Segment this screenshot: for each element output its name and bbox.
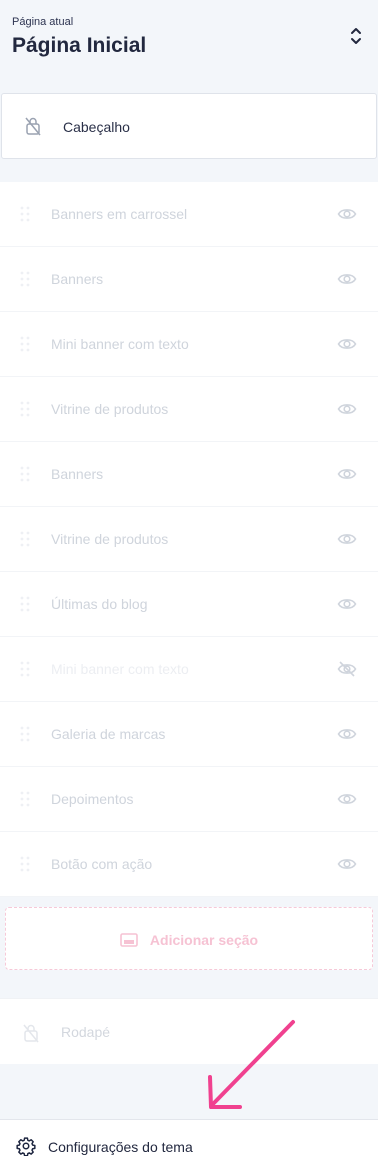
- footer-section-item[interactable]: Rodapé: [0, 998, 378, 1064]
- section-item[interactable]: Últimas do blog: [0, 572, 378, 637]
- drag-handle-icon[interactable]: [20, 596, 30, 612]
- drag-handle-icon[interactable]: [20, 531, 30, 547]
- drag-handle-icon[interactable]: [20, 336, 30, 352]
- section-item-title: Banners em carrossel: [51, 206, 188, 222]
- current-page-label: Página atual: [12, 16, 74, 28]
- section-item-title: Mini banner com texto: [51, 336, 189, 352]
- section-item[interactable]: Depoimentos: [0, 767, 378, 832]
- section-list: Banners em carrossel Banners Mini banner c…: [0, 182, 378, 897]
- theme-settings-button[interactable]: Configurações do tema: [0, 1119, 378, 1173]
- section-item-title: Mini banner com texto: [51, 661, 189, 677]
- current-page-selector[interactable]: Página atual Página Inicial: [0, 0, 378, 80]
- eye-icon[interactable]: [337, 466, 357, 482]
- section-item[interactable]: Vitrine de produtos: [0, 377, 378, 442]
- current-page-title: Página Inicial: [12, 34, 147, 57]
- section-item-title: Botão com ação: [51, 856, 153, 872]
- drag-handle-icon[interactable]: [20, 791, 30, 807]
- chevron-up-down-icon[interactable]: [348, 24, 364, 48]
- lock-icon: [25, 117, 41, 136]
- section-item-title: Vitrine de produtos: [51, 531, 169, 547]
- drag-handle-icon[interactable]: [20, 466, 30, 482]
- drag-handle-icon[interactable]: [20, 401, 30, 417]
- drag-handle-icon[interactable]: [20, 206, 30, 222]
- eye-icon[interactable]: [337, 596, 357, 612]
- eye-icon[interactable]: [337, 856, 357, 872]
- eye-icon[interactable]: [337, 531, 357, 547]
- eye-icon[interactable]: [337, 336, 357, 352]
- section-item[interactable]: Galeria de marcas: [0, 702, 378, 767]
- drag-handle-icon[interactable]: [20, 726, 30, 742]
- arrow-icon: [208, 1020, 295, 1109]
- eye-icon[interactable]: [337, 726, 357, 742]
- eye-icon[interactable]: [337, 401, 357, 417]
- section-item[interactable]: Vitrine de produtos: [0, 507, 378, 572]
- section-item[interactable]: Banners: [0, 247, 378, 312]
- section-item[interactable]: Botão com ação: [0, 832, 378, 897]
- section-item[interactable]: Banners em carrossel: [0, 182, 378, 247]
- section-item-title: Últimas do blog: [51, 596, 148, 612]
- section-item[interactable]: Mini banner com texto: [0, 312, 378, 377]
- add-section-label: Adicionar seção: [149, 932, 259, 948]
- header-section-label: Cabeçalho: [63, 119, 130, 135]
- section-item-title: Galeria de marcas: [51, 726, 166, 742]
- footer-section-label: Rodapé: [61, 1024, 111, 1040]
- section-item[interactable]: Banners: [0, 442, 378, 507]
- add-section-button[interactable]: Adicionar seção: [5, 907, 373, 970]
- drag-handle-icon[interactable]: [20, 271, 30, 287]
- eye-off-icon[interactable]: [337, 661, 357, 677]
- section-item-title: Banners: [51, 271, 104, 287]
- header-section-item[interactable]: Cabeçalho: [1, 93, 377, 159]
- section-item-title: Banners: [51, 466, 104, 482]
- drag-handle-icon[interactable]: [20, 661, 30, 677]
- gear-icon: [16, 1137, 36, 1156]
- theme-settings-label: Configurações do tema: [48, 1139, 193, 1155]
- section-item[interactable]: Mini banner com texto: [0, 637, 378, 702]
- section-item-title: Depoimentos: [51, 791, 134, 807]
- eye-icon[interactable]: [337, 791, 357, 807]
- lock-icon: [23, 1024, 39, 1043]
- drag-handle-icon[interactable]: [20, 856, 30, 872]
- eye-icon[interactable]: [337, 206, 357, 222]
- eye-icon[interactable]: [337, 271, 357, 287]
- image-icon: [120, 933, 138, 947]
- section-item-title: Vitrine de produtos: [51, 401, 169, 417]
